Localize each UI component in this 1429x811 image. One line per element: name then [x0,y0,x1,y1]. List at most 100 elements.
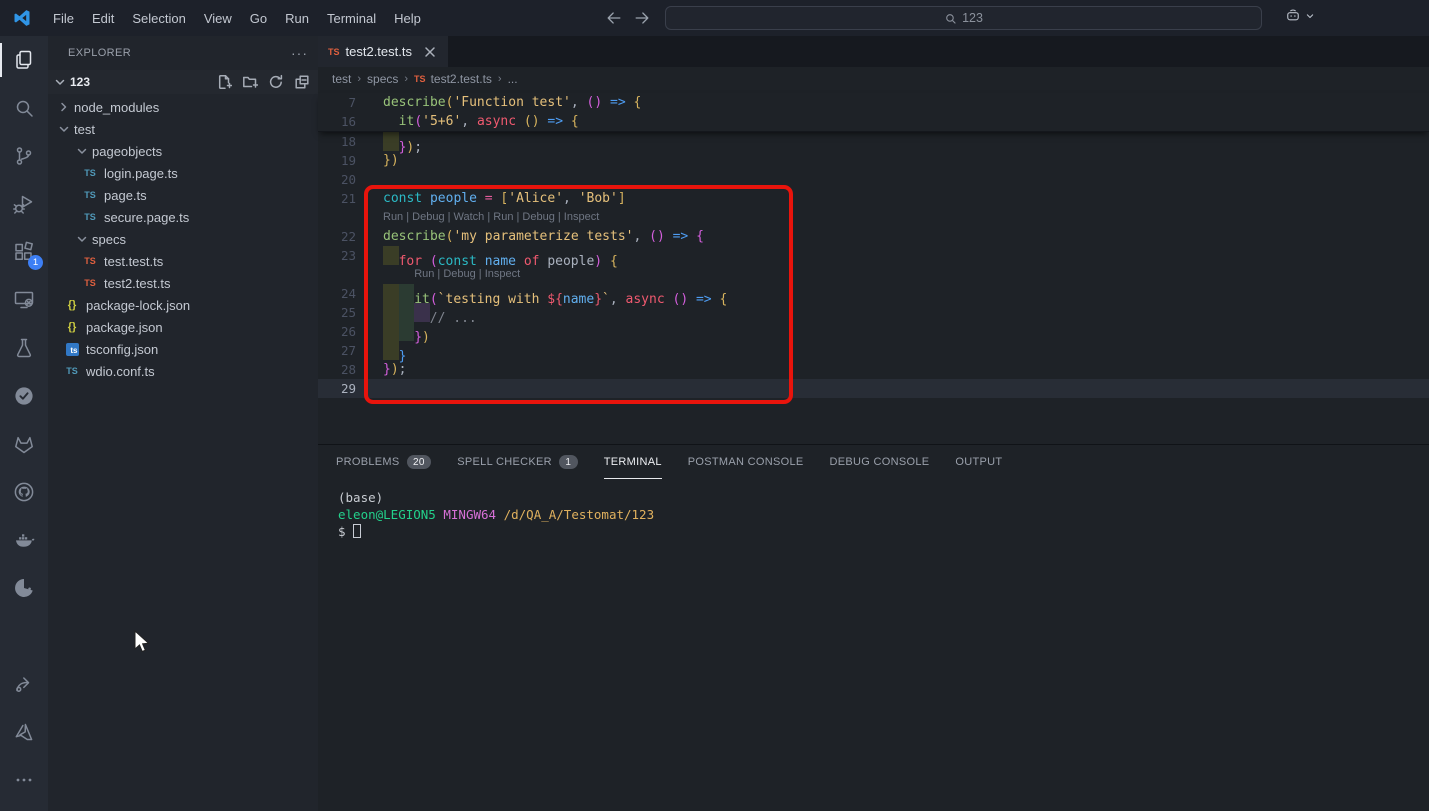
breadcrumb-item[interactable]: TStest2.test.ts [414,72,492,86]
menu-edit[interactable]: Edit [83,7,123,30]
activity-search-icon[interactable] [0,84,48,132]
activity-source-control-icon[interactable] [0,132,48,180]
new-folder-icon[interactable] [242,74,258,90]
folder-test[interactable]: test [48,118,318,140]
tree-item-label: node_modules [74,100,159,115]
file-test-test-ts[interactable]: TStest.test.ts [48,250,318,272]
code-line-29[interactable]: 29 [318,379,1429,398]
menu-view[interactable]: View [195,7,241,30]
ts-file-icon: TS [64,363,80,379]
tsconfig-file-icon: ts [64,341,80,357]
activity-extensions-icon[interactable]: 1 [0,228,48,276]
file-wdio-conf-ts[interactable]: TSwdio.conf.ts [48,360,318,382]
new-file-icon[interactable] [216,74,232,90]
code-line-23[interactable]: 23for (const name of people) { [318,246,1429,265]
panel-tab-postman-console[interactable]: POSTMAN CONSOLE [688,445,804,479]
line-number: 19 [318,151,370,170]
activity-testing-icon[interactable] [0,324,48,372]
file-page-ts[interactable]: TSpage.ts [48,184,318,206]
breadcrumb-separator: › [357,73,361,85]
title-bar: FileEditSelectionViewGoRunTerminalHelp 1… [0,0,1429,36]
activity-remote-explorer-icon[interactable] [0,276,48,324]
menu-terminal[interactable]: Terminal [318,7,385,30]
code-line-24[interactable]: 24it(`testing with ${name}`, async () =>… [318,284,1429,303]
back-arrow-icon[interactable] [604,8,624,28]
forward-arrow-icon[interactable] [632,8,652,28]
codelens-actions[interactable]: Run | Debug | Watch | Run | Debug | Insp… [318,208,1429,227]
activity-check-tool-icon[interactable] [0,372,48,420]
file-package-json[interactable]: {}package.json [48,316,318,338]
activity-docker-icon[interactable] [0,516,48,564]
explorer-more-actions[interactable]: ··· [291,45,308,61]
chevron-down-icon [74,143,90,159]
breadcrumb-item[interactable]: ... [508,72,518,86]
activity-figma-icon[interactable] [0,612,48,660]
panel-tab-output[interactable]: OUTPUT [955,445,1002,479]
line-number: 16 [318,112,370,131]
code-line-22[interactable]: 22describe('my parameterize tests', () =… [318,227,1429,246]
code-line-26[interactable]: 26}) [318,322,1429,341]
copilot-menu[interactable] [1284,7,1316,25]
code-line-19[interactable]: 19}) [318,151,1429,170]
line-number: 29 [318,379,370,398]
breadcrumb-item[interactable]: specs [367,72,398,86]
folder-node-modules[interactable]: node_modules [48,96,318,118]
code-editor[interactable]: 7describe('Function test', () => {16 it(… [318,91,1429,398]
activity-azure-icon[interactable] [0,708,48,756]
activity-more-icon[interactable] [0,756,48,804]
breadcrumb-separator: › [404,73,408,85]
activity-explorer-icon[interactable] [0,36,48,84]
file-secure-page-ts[interactable]: TSsecure.page.ts [48,206,318,228]
code-line-16[interactable]: 16 it('5+6', async () => { [318,112,1429,131]
command-center-search[interactable]: 123 [665,6,1262,30]
activity-github-icon[interactable] [0,468,48,516]
folder-pageobjects[interactable]: pageobjects [48,140,318,162]
activity-bar: 1 [0,36,48,811]
file-tsconfig-json[interactable]: tstsconfig.json [48,338,318,360]
tree-item-label: pageobjects [92,144,162,159]
panel-tab-problems[interactable]: PROBLEMS20 [336,445,431,479]
line-number: 27 [318,341,370,360]
bottom-panel: PROBLEMS20 SPELL CHECKER1 TERMINAL POSTMAN … [318,444,1429,811]
panel-tab-debug-console[interactable]: DEBUG CONSOLE [830,445,930,479]
terminal-output[interactable]: (base)eleon@LEGION5 MINGW64 /d/QA_A/Test… [318,479,1429,540]
line-number: 20 [318,170,370,189]
chevron-right-icon [56,99,72,115]
breadcrumb[interactable]: test›specs›TStest2.test.ts›... [318,67,1429,91]
file-test2-test-ts[interactable]: TStest2.test.ts [48,272,318,294]
explorer-section-header[interactable]: 123 [48,70,318,94]
menu-help[interactable]: Help [385,7,430,30]
ts-file-icon: TS [328,47,340,57]
refresh-icon[interactable] [268,74,284,90]
code-line-7[interactable]: 7describe('Function test', () => { [318,93,1429,112]
panel-tab-spell-checker[interactable]: SPELL CHECKER1 [457,445,577,479]
search-icon [944,12,957,25]
code-line-28[interactable]: 28}); [318,360,1429,379]
menu-run[interactable]: Run [276,7,318,30]
menu-selection[interactable]: Selection [123,7,194,30]
codelens-actions[interactable]: Run | Debug | Inspect [318,265,1429,284]
breadcrumb-item[interactable]: test [332,72,351,86]
ts-file-icon: TS [82,187,98,203]
activity-pie-tool-icon[interactable] [0,564,48,612]
activity-run-debug-icon[interactable] [0,180,48,228]
code-line-27[interactable]: 27} [318,341,1429,360]
sticky-scroll: 7describe('Function test', () => {16 it(… [318,93,1429,132]
json-file-icon: {} [64,297,80,313]
file-package-lock-json[interactable]: {}package-lock.json [48,294,318,316]
code-line-21[interactable]: 21const people = ['Alice', 'Bob'] [318,189,1429,208]
folder-specs[interactable]: specs [48,228,318,250]
code-line-20[interactable]: 20 [318,170,1429,189]
panel-tab-terminal[interactable]: TERMINAL [604,445,662,479]
close-icon[interactable] [422,44,438,60]
menu-go[interactable]: Go [241,7,276,30]
activity-gitlab-icon[interactable] [0,420,48,468]
tab-test2-test-ts[interactable]: TS test2.test.ts [318,36,448,67]
menu-file[interactable]: File [44,7,83,30]
activity-share-icon[interactable] [0,660,48,708]
code-line-18[interactable]: 18}); [318,132,1429,151]
file-login-page-ts[interactable]: TSlogin.page.ts [48,162,318,184]
collapse-all-icon[interactable] [294,74,310,90]
indent-guide [383,322,399,341]
terminal-line: (base) [338,489,1429,506]
